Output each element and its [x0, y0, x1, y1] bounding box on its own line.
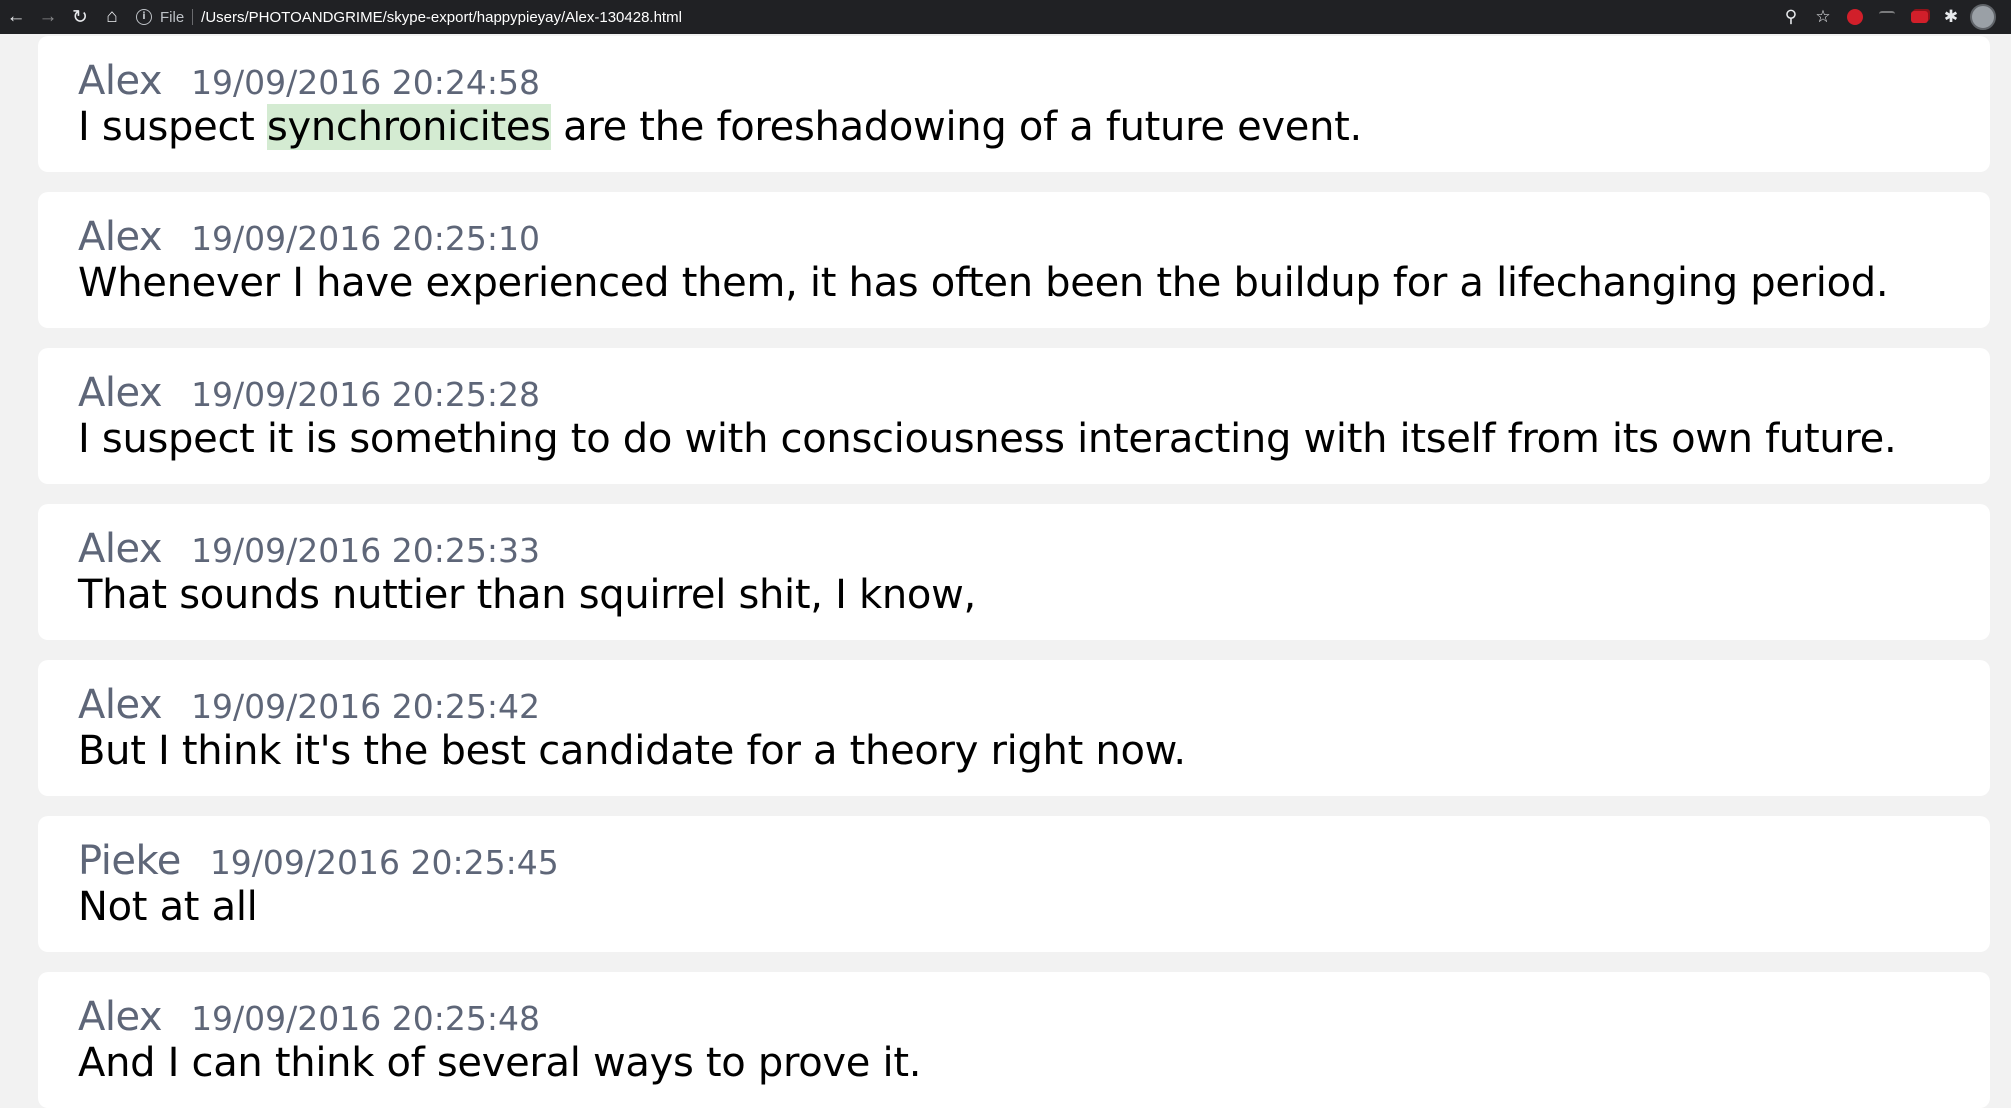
message-author: Alex [78, 214, 163, 260]
message-text-part: are the foreshadowing of a future event. [550, 104, 1362, 150]
message-timestamp: 19/09/2016 20:25:10 [191, 219, 540, 258]
address-bar[interactable]: i File /Users/PHOTOANDGRIME/skype-export… [136, 0, 1775, 34]
message-timestamp: 19/09/2016 20:25:33 [191, 531, 540, 570]
message-text: I suspect it is something to do with con… [78, 416, 1897, 462]
extension-gray-icon[interactable] [1871, 0, 1903, 34]
message-author: Pieke [78, 838, 181, 884]
reload-icon[interactable]: ↻ [64, 0, 96, 34]
message-card: Alex 19/09/2016 20:25:28 I suspect it is … [38, 348, 1990, 484]
message-text: I suspect synchronicites are the foresha… [78, 104, 1990, 150]
message-card: Pieke 19/09/2016 20:25:45 Not at all [38, 816, 1990, 952]
message-card: Alex 19/09/2016 20:25:10 Whenever I have … [38, 192, 1990, 328]
puzzle-extensions-icon[interactable]: ✱ [1935, 0, 1967, 34]
browser-toolbar: ← → ↻ ⌂ i File /Users/PHOTOANDGRIME/skyp… [0, 0, 2011, 34]
extension-stack-icon[interactable] [1903, 0, 1935, 34]
message-timestamp: 19/09/2016 20:25:28 [191, 375, 540, 414]
message-timestamp: 19/09/2016 20:25:45 [209, 843, 559, 882]
address-separator [192, 9, 194, 25]
message-card: Alex 19/09/2016 20:25:33 That sounds nutt… [38, 504, 1990, 640]
home-icon[interactable]: ⌂ [96, 0, 128, 34]
scheme-label: File [160, 8, 185, 26]
message-text-part: I suspect [78, 104, 267, 150]
zoom-icon[interactable]: ⚲ [1775, 0, 1807, 34]
message-timestamp: 19/09/2016 20:25:48 [191, 999, 540, 1038]
message-author: Alex [78, 994, 163, 1040]
forward-arrow-icon[interactable]: → [32, 0, 64, 34]
back-arrow-icon[interactable]: ← [0, 0, 32, 34]
message-text: And I can think of several ways to prove… [78, 1040, 922, 1086]
message-author: Alex [78, 370, 163, 416]
message-text: That sounds nuttier than squirrel shit, … [78, 572, 976, 618]
message-author: Alex [78, 526, 163, 572]
message-text: Not at all [78, 884, 258, 930]
extension-red-icon[interactable] [1839, 0, 1871, 34]
message-card: Alex 19/09/2016 20:25:42 But I think it's… [38, 660, 1990, 796]
message-timestamp: 19/09/2016 20:25:42 [191, 687, 540, 726]
message-card: Alex 19/09/2016 20:25:48 And I can think … [38, 972, 1990, 1108]
message-text: But I think it's the best candidate for … [78, 728, 1186, 774]
message-card: Alex 19/09/2016 20:24:58 I suspect synchr… [38, 36, 1990, 172]
message-text: Whenever I have experienced them, it has… [78, 260, 1889, 306]
info-icon[interactable]: i [136, 9, 152, 25]
search-highlight: synchronicites [266, 104, 551, 150]
toolbar-actions: ⚲ ☆ ✱ [1775, 0, 1999, 34]
message-author: Alex [78, 58, 163, 104]
message-timestamp: 19/09/2016 20:24:58 [191, 63, 540, 102]
star-bookmark-icon[interactable]: ☆ [1807, 0, 1839, 34]
url-text[interactable]: /Users/PHOTOANDGRIME/skype-export/happyp… [201, 9, 682, 26]
message-author: Alex [78, 682, 163, 728]
profile-avatar[interactable] [1967, 0, 1999, 34]
